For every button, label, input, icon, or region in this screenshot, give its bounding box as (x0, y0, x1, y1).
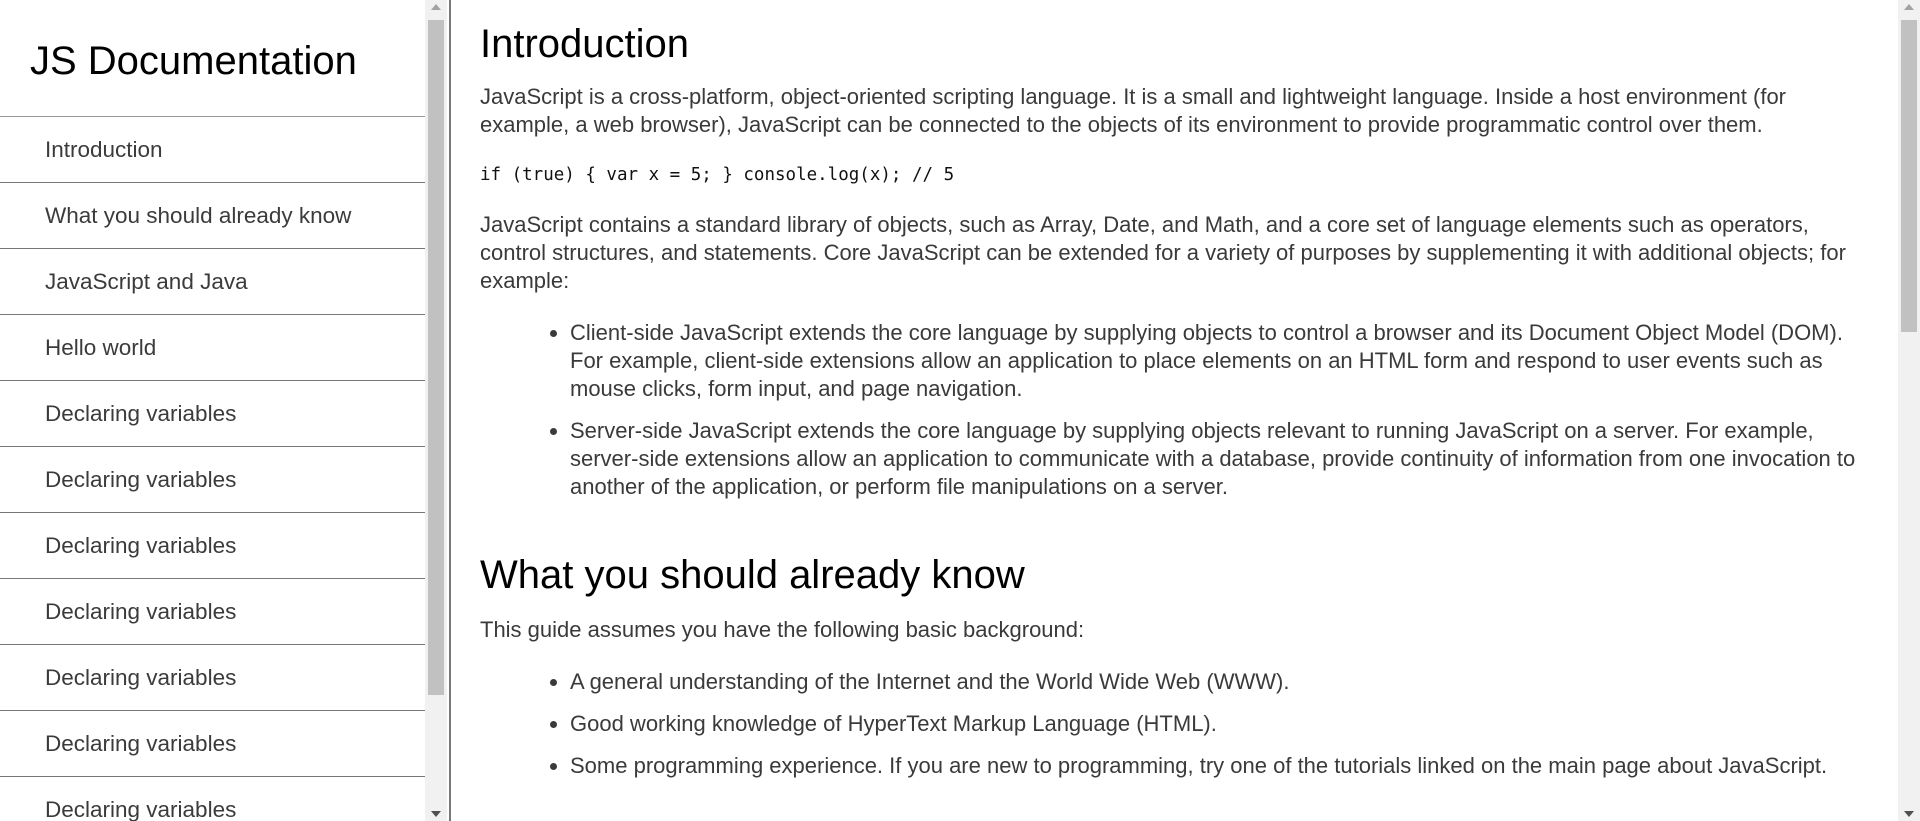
sidebar-item-declaring-variables[interactable]: Declaring variables (0, 645, 425, 711)
sidebar-item-declaring-variables[interactable]: Declaring variables (0, 777, 425, 821)
main-scrollbar[interactable] (1898, 0, 1920, 821)
sidebar-item-declaring-variables[interactable]: Declaring variables (0, 579, 425, 645)
bullet-list: A general understanding of the Internet … (480, 668, 1878, 780)
sidebar-item-declaring-variables[interactable]: Declaring variables (0, 447, 425, 513)
main-content: Introduction JavaScript is a cross-platf… (452, 0, 1898, 821)
list-item: Server-side JavaScript extends the core … (570, 417, 1878, 501)
sidebar-scrollbar-thumb[interactable] (428, 20, 444, 695)
sidebar-scrollbar[interactable] (425, 0, 447, 821)
sidebar: JS Documentation Introduction What you s… (0, 0, 451, 821)
section-title: Introduction (480, 22, 690, 66)
scroll-up-arrow-icon[interactable] (1904, 4, 1914, 10)
sidebar-item-introduction[interactable]: Introduction (0, 117, 425, 183)
list-item: Some programming experience. If you are … (570, 752, 1878, 780)
section-what-you-should-already-know: What you should already know This guide … (480, 553, 1878, 780)
sidebar-item-hello-world[interactable]: Hello world (0, 315, 425, 381)
section-title: What you should already know (480, 553, 1025, 597)
list-item: Good working knowledge of HyperText Mark… (570, 710, 1878, 738)
scroll-down-arrow-icon[interactable] (431, 811, 441, 817)
section-paragraph: JavaScript contains a standard library o… (480, 212, 1846, 293)
sidebar-header: JS Documentation (0, 0, 425, 117)
sidebar-divider (449, 0, 451, 821)
list-item: Client-side JavaScript extends the core … (570, 319, 1878, 403)
section-introduction: Introduction JavaScript is a cross-platf… (480, 22, 1878, 501)
scroll-up-arrow-icon[interactable] (431, 4, 441, 10)
sidebar-item-declaring-variables[interactable]: Declaring variables (0, 381, 425, 447)
sidebar-list: JS Documentation Introduction What you s… (0, 0, 425, 821)
section-paragraph: JavaScript is a cross-platform, object-o… (480, 84, 1787, 137)
bullet-list: Client-side JavaScript extends the core … (480, 319, 1878, 501)
sidebar-item-declaring-variables[interactable]: Declaring variables (0, 513, 425, 579)
sidebar-item-javascript-and-java[interactable]: JavaScript and Java (0, 249, 425, 315)
scroll-down-arrow-icon[interactable] (1904, 811, 1914, 817)
main-scrollbar-thumb[interactable] (1901, 20, 1917, 332)
sidebar-title: JS Documentation (30, 38, 357, 83)
list-item: A general understanding of the Internet … (570, 668, 1878, 696)
section-paragraph: This guide assumes you have the followin… (480, 617, 1085, 642)
code-snippet: if (true) { var x = 5; } console.log(x);… (480, 165, 955, 185)
sidebar-item-what-you-should-already-know[interactable]: What you should already know (0, 183, 425, 249)
sidebar-item-declaring-variables[interactable]: Declaring variables (0, 711, 425, 777)
code-example: if (true) { var x = 5; } console.log(x);… (480, 159, 1878, 189)
